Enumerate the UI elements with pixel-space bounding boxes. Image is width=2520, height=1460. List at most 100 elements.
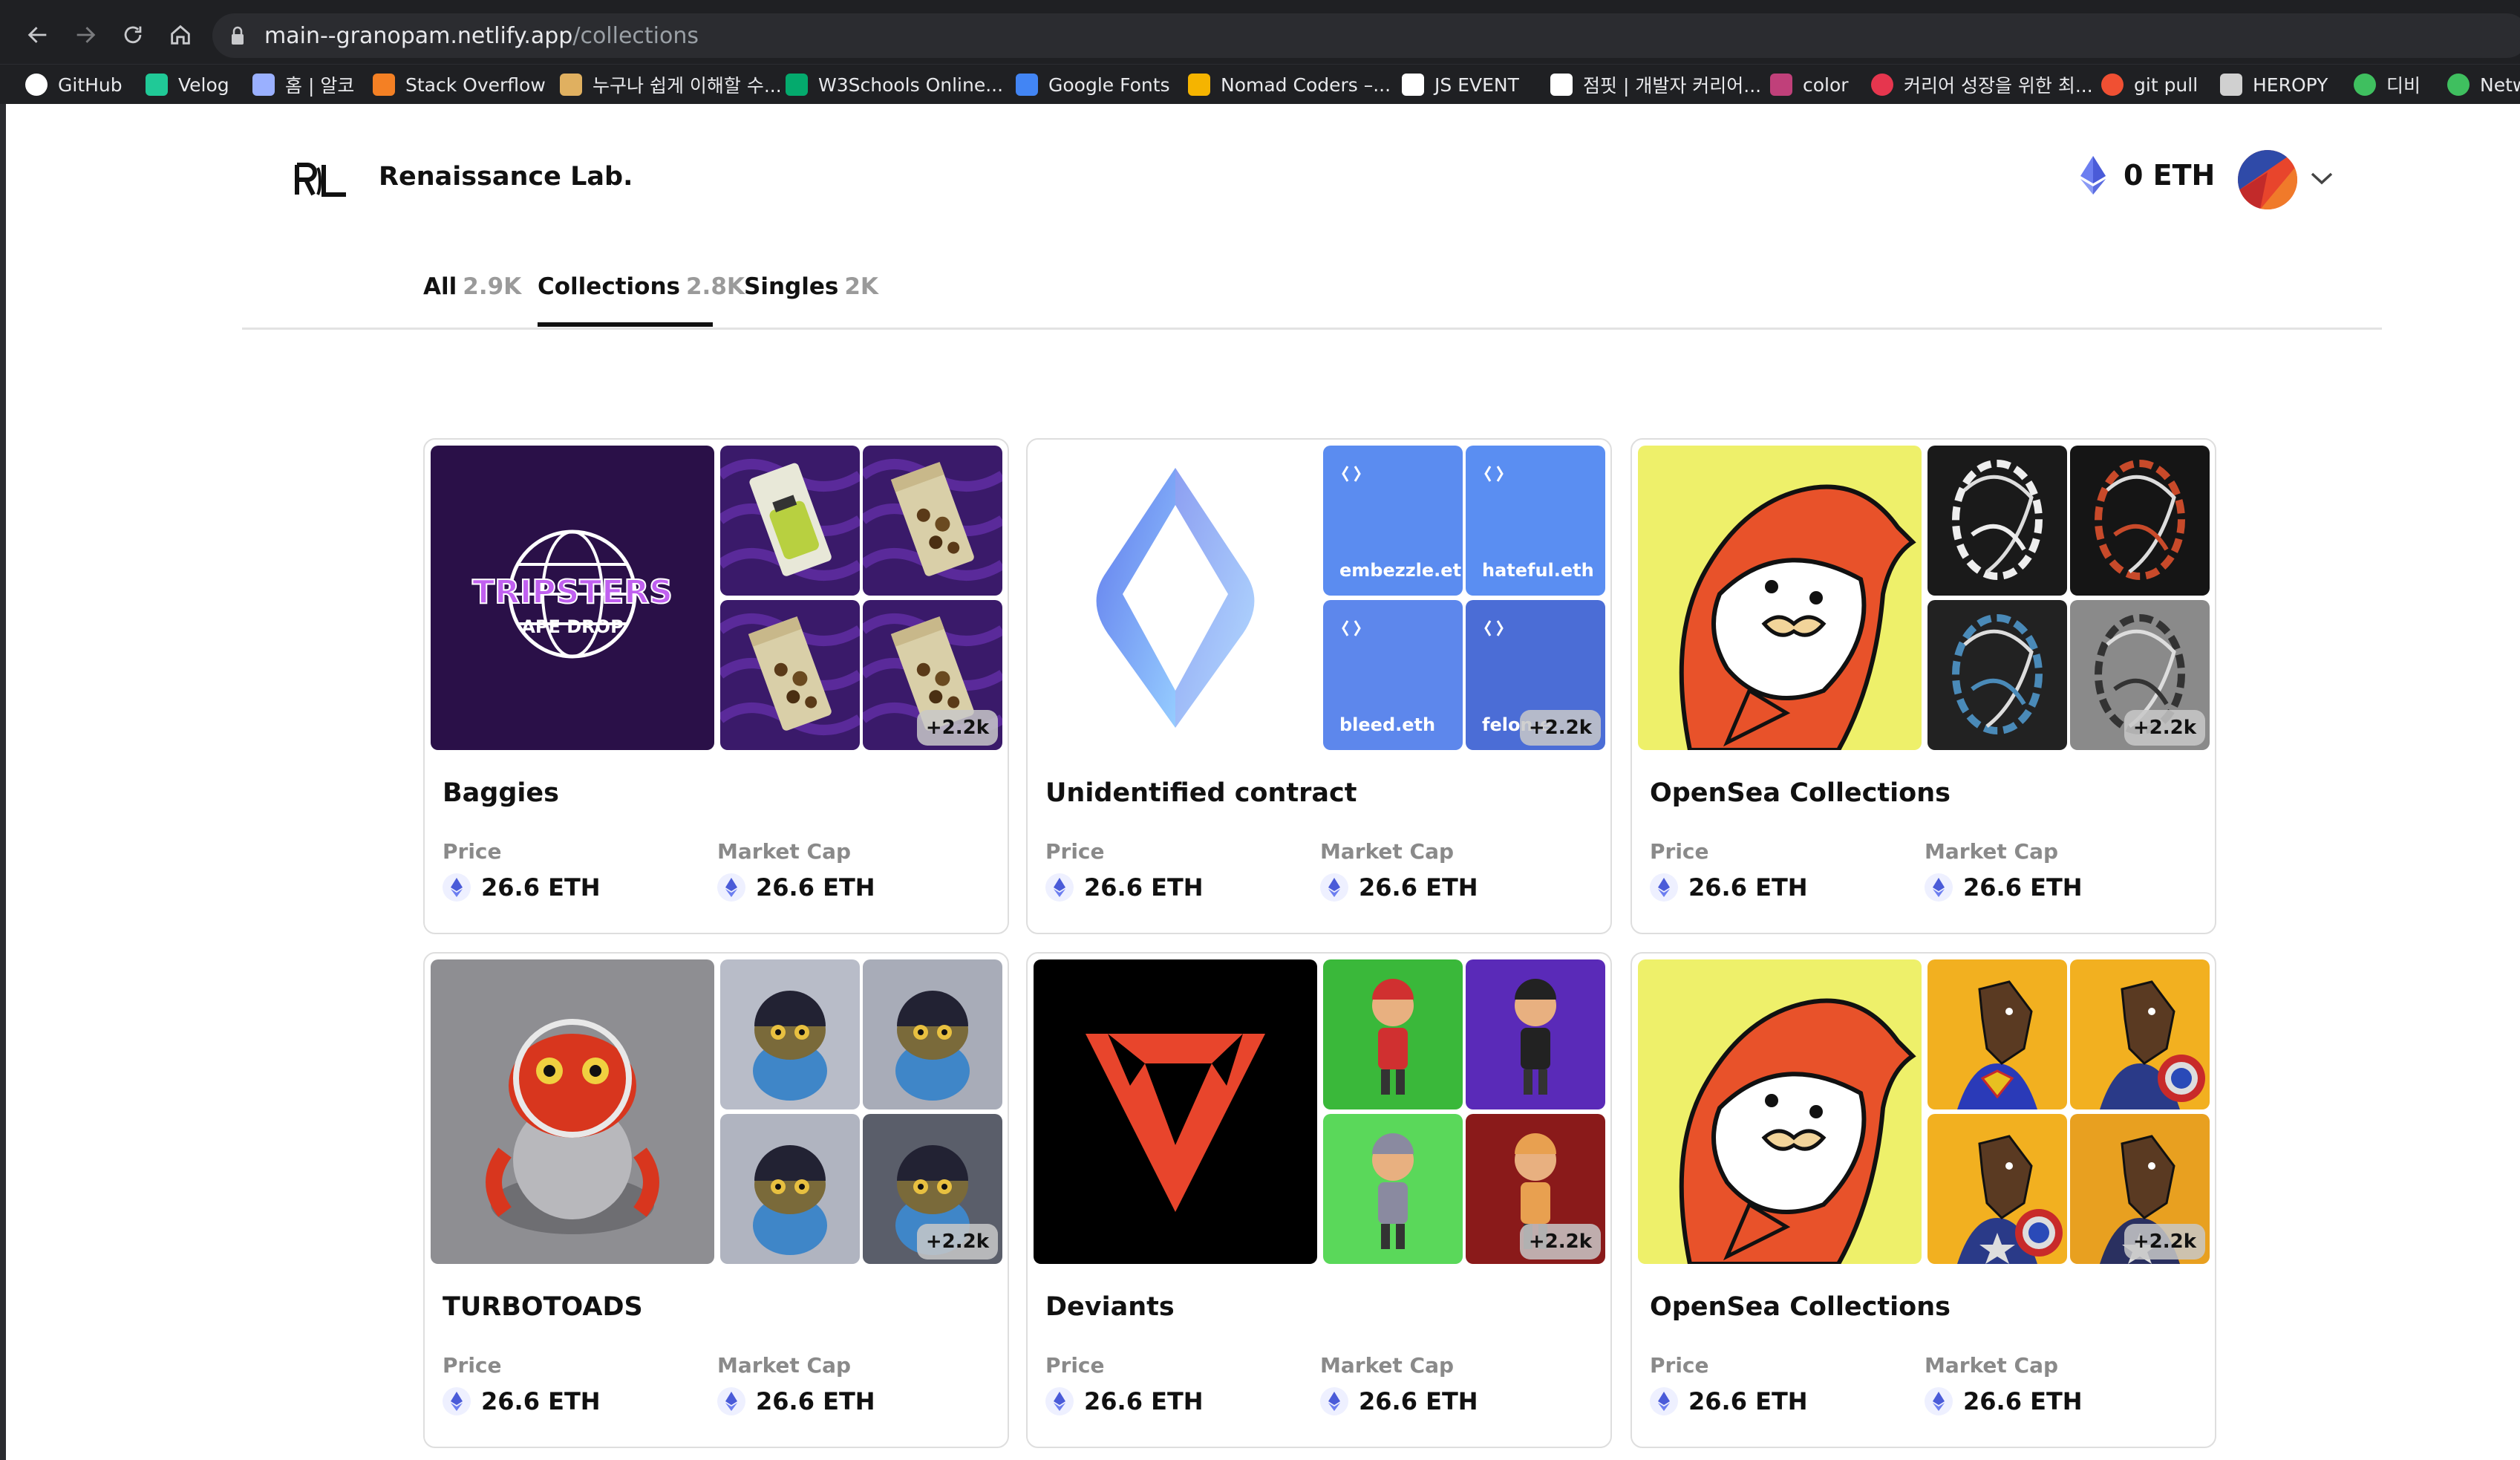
price-value: 26.6 ETH	[443, 1387, 601, 1415]
ens-name: bleed.eth	[1339, 714, 1436, 735]
collection-card-unidentified-contract[interactable]: embezzle.eth hateful.eth bleed.eth felon.e +…	[1026, 438, 1612, 934]
reload-icon[interactable]	[113, 15, 153, 55]
bookmark-label: JS EVENT	[1434, 74, 1519, 96]
collection-card-turbotoads[interactable]: +2.2k TURBOTOADS Price Market Cap 26.6 ETH 26…	[423, 952, 1009, 1448]
avatar[interactable]	[2238, 150, 2297, 209]
collection-card-opensea-collections-2[interactable]: +2.2k OpenSea Collections Price Market Cap 2…	[1631, 952, 2216, 1448]
tab-collections-count: 2.8K	[685, 273, 745, 300]
collection-item-thumbnail	[1466, 959, 1605, 1109]
collection-item-thumbnail: +2.2k	[863, 600, 1002, 750]
market-cap-label: Market Cap	[717, 1353, 852, 1378]
bookmark-item[interactable]: 디비	[2354, 71, 2421, 98]
bookmark-item[interactable]: GitHub	[25, 71, 123, 98]
ens-logo-icon	[1342, 620, 1361, 636]
price-value: 26.6 ETH	[1045, 873, 1204, 902]
market-cap-value: 26.6 ETH	[717, 1387, 875, 1415]
bookmark-item[interactable]: Velog	[146, 71, 229, 98]
price-label: Price	[1650, 839, 1709, 864]
market-cap-text: 26.6 ETH	[1359, 873, 1478, 902]
collection-item-thumbnail: hateful.eth	[1466, 446, 1605, 596]
address-bar[interactable]: main--granopam.netlify.app/collections	[212, 13, 2520, 58]
market-cap-value: 26.6 ETH	[1320, 1387, 1478, 1415]
back-arrow-icon[interactable]	[18, 15, 58, 55]
bookmark-item[interactable]: W3Schools Online...	[786, 71, 1003, 98]
collection-title: TURBOTOADS	[443, 1292, 643, 1322]
market-cap-text: 26.6 ETH	[756, 873, 875, 902]
market-cap-value: 26.6 ETH	[1925, 1387, 2083, 1415]
price-value: 26.6 ETH	[1045, 1387, 1204, 1415]
collection-item-thumbnail	[1927, 959, 2067, 1109]
collection-item-thumbnail	[720, 1114, 860, 1264]
bookmark-item[interactable]: JS EVENT	[1402, 71, 1519, 98]
tab-all-count: 2.9K	[463, 273, 522, 300]
more-items-badge: +2.2k	[916, 710, 998, 746]
collection-title: Deviants	[1045, 1292, 1175, 1322]
ethereum-icon	[1045, 1387, 1074, 1415]
git-icon	[2101, 74, 2124, 96]
bookmark-item[interactable]: git pull	[2101, 71, 2198, 98]
bookmark-label: Netw	[2480, 74, 2520, 96]
collection-cover-image	[431, 959, 714, 1264]
ethereum-icon	[1925, 1387, 1953, 1415]
collection-item-thumbnail	[1927, 446, 2067, 596]
code-braces-icon	[252, 74, 275, 96]
ens-name: hateful.eth	[1482, 560, 1594, 581]
market-cap-text: 26.6 ETH	[756, 1387, 875, 1415]
chevron-down-icon[interactable]	[2309, 169, 2334, 187]
bookmark-item[interactable]: 점핏 | 개발자 커리어...	[1550, 71, 1761, 98]
collection-item-thumbnail	[720, 600, 860, 750]
forward-arrow-icon[interactable]	[65, 15, 105, 55]
ethereum-icon	[1320, 1387, 1348, 1415]
market-cap-text: 26.6 ETH	[1359, 1387, 1478, 1415]
bookmark-item[interactable]: Nomad Coders –...	[1188, 71, 1391, 98]
more-items-badge: +2.2k	[1519, 1224, 1601, 1259]
price-label: Price	[1045, 839, 1105, 864]
collection-item-thumbnail: bleed.eth	[1323, 600, 1463, 750]
ape-drop-text: APE DROP	[521, 616, 623, 637]
collection-item-thumbnail: +2.2k	[1466, 1114, 1605, 1264]
collection-item-thumbnail	[1323, 959, 1463, 1109]
more-items-badge: +2.2k	[916, 1224, 998, 1259]
balance-text: 0 ETH	[2124, 159, 2216, 192]
bookmark-item[interactable]: Google Fonts	[1016, 71, 1170, 98]
price-label: Price	[443, 839, 502, 864]
collection-title: OpenSea Collections	[1650, 778, 1951, 808]
home-icon[interactable]	[160, 15, 200, 55]
color-icon	[1770, 74, 1792, 96]
price-value: 26.6 ETH	[1650, 873, 1808, 902]
collection-card-deviants[interactable]: +2.2k Deviants Price Market Cap 26.6 ETH 26.6…	[1026, 952, 1612, 1448]
collection-card-baggies[interactable]: TRIPSTERS APE DROP +2.2k Baggies Price Market…	[423, 438, 1009, 934]
logo-text[interactable]: Renaissance Lab.	[379, 162, 633, 192]
ethereum-icon	[717, 1387, 745, 1415]
collection-cover-image	[1034, 446, 1317, 750]
tab-all[interactable]: All 2.9K	[423, 273, 521, 300]
bookmark-label: color	[1803, 74, 1849, 96]
bookmark-label: Google Fonts	[1048, 74, 1170, 96]
ethereum-icon	[443, 873, 471, 902]
heropy-icon	[2220, 74, 2242, 96]
more-items-badge: +2.2k	[2124, 1224, 2205, 1259]
bookmark-item[interactable]: color	[1770, 71, 1849, 98]
bookmark-item[interactable]: HEROPY	[2220, 71, 2328, 98]
bookmark-item[interactable]: 누구나 쉽게 이해할 수...	[560, 71, 782, 98]
ens-logo-icon	[1484, 466, 1504, 482]
tab-singles[interactable]: Singles 2K	[744, 273, 878, 300]
bookmark-item[interactable]: 홈 | 알코	[252, 71, 354, 98]
collection-item-thumbnail	[720, 446, 860, 596]
velog-icon	[146, 74, 168, 96]
price-text: 26.6 ETH	[1688, 873, 1808, 902]
bookmark-item[interactable]: 커리어 성장을 위한 최...	[1871, 71, 2093, 98]
collection-cover-image: TRIPSTERS APE DROP	[431, 446, 714, 750]
tab-singles-label: Singles	[744, 273, 839, 300]
price-text: 26.6 ETH	[481, 1387, 601, 1415]
tab-collections[interactable]: Collections 2.8K	[538, 273, 745, 300]
collection-item-thumbnail	[2070, 959, 2210, 1109]
ethereum-icon	[1650, 1387, 1678, 1415]
bookmark-item[interactable]: Netw	[2447, 71, 2520, 98]
bookmark-item[interactable]: Stack Overflow	[373, 71, 546, 98]
collection-item-thumbnail	[863, 446, 1002, 596]
url-text: main--granopam.netlify.app/collections	[264, 23, 699, 49]
nomad-icon	[1188, 74, 1210, 96]
collection-item-thumbnail	[1927, 600, 2067, 750]
collection-card-opensea-collections[interactable]: +2.2k OpenSea Collections Price Market Cap 2…	[1631, 438, 2216, 934]
